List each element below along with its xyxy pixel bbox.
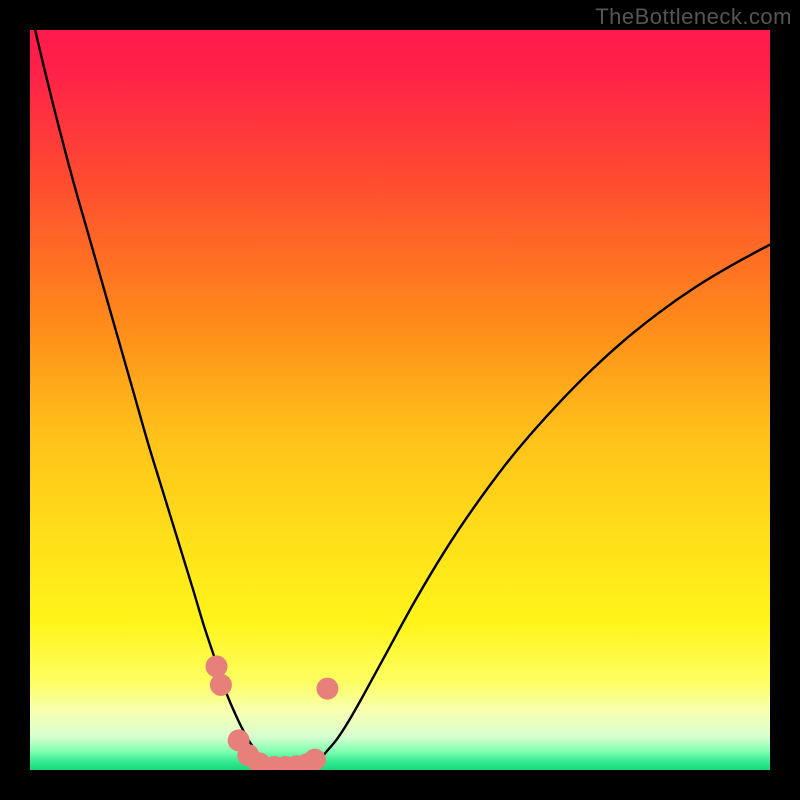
valley-marker [210, 674, 232, 696]
valley-curve-left [30, 30, 274, 767]
valley-curve-right [311, 245, 770, 767]
valley-markers [205, 655, 338, 770]
valley-marker [205, 655, 227, 677]
chart-frame: TheBottleneck.com [0, 0, 800, 800]
plot-area [30, 30, 770, 770]
curve-layer [30, 30, 770, 770]
valley-marker [316, 678, 338, 700]
valley-marker [304, 749, 326, 770]
watermark-text: TheBottleneck.com [595, 4, 792, 30]
